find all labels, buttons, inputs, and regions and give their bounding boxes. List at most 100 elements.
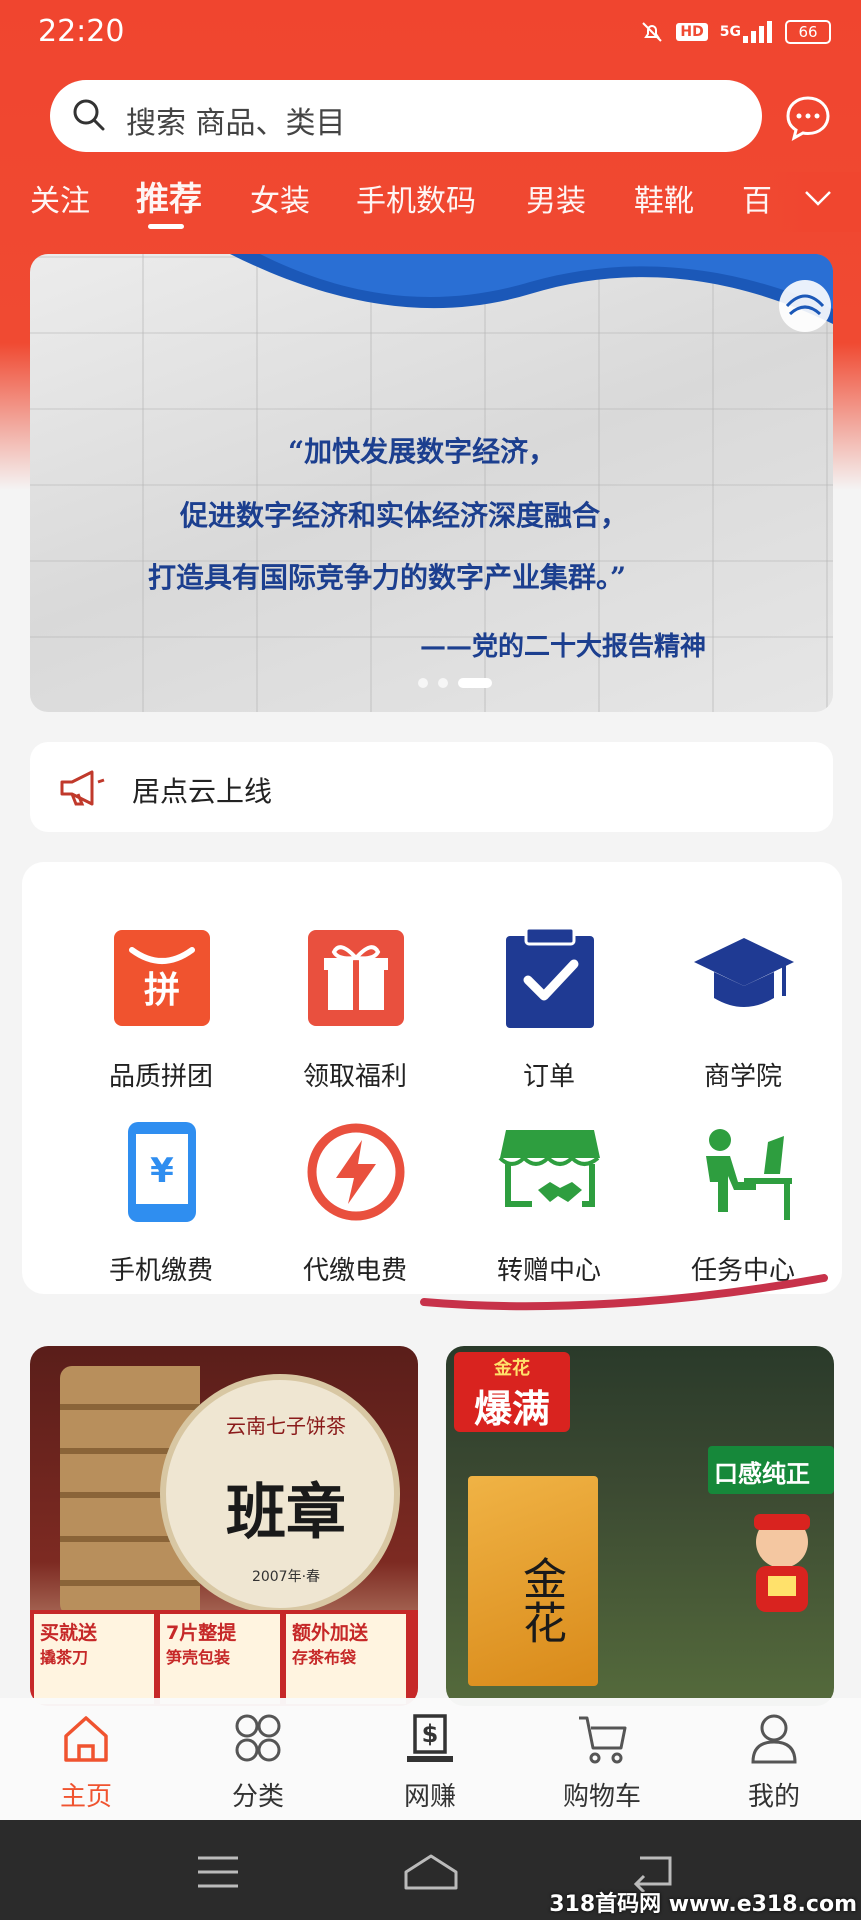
promo-box: 额外加送 存茶布袋 (286, 1614, 406, 1704)
message-icon[interactable] (784, 94, 832, 142)
banner-line-3: 打造具有国际竞争力的数字产业集群。” (148, 561, 627, 594)
carousel-dot[interactable] (438, 678, 448, 688)
product-tag: 口感纯正 (708, 1446, 834, 1494)
service-phone-recharge[interactable]: ¥ 手机缴费 (66, 1120, 256, 1310)
tab-recommend[interactable]: 推荐 (136, 172, 202, 220)
service-academy[interactable]: 商学院 (648, 926, 838, 1116)
service-label: 品质拼团 (108, 1062, 213, 1092)
carousel-dots (418, 678, 492, 688)
announcement-bar[interactable]: 居点云上线 (30, 742, 833, 832)
shop-handshake-icon (498, 1130, 600, 1207)
nav-me[interactable]: 我的 (714, 1712, 834, 1812)
graduation-cap-icon (694, 938, 794, 1007)
tab-more[interactable]: 百 (742, 176, 772, 220)
announcement-text: 居点云上线 (132, 775, 273, 808)
svg-text:¥: ¥ (150, 1151, 174, 1191)
hd-badge: HD (676, 23, 708, 41)
service-welfare[interactable]: 领取福利 (260, 926, 450, 1116)
product-subtitle: 云南七子饼茶 (226, 1414, 346, 1438)
nav-home[interactable]: 主页 (26, 1712, 146, 1812)
nav-label: 主页 (59, 1782, 112, 1812)
mute-icon (640, 20, 664, 44)
nav-label: 网赚 (403, 1782, 456, 1812)
nav-label: 我的 (747, 1782, 800, 1812)
banner-line-2: 促进数字经济和实体经济深度融合， (180, 499, 629, 532)
nav-label: 购物车 (562, 1782, 641, 1812)
lightning-icon (307, 1123, 405, 1221)
signal-icon: 5G (720, 21, 773, 43)
money-icon: $ (407, 1714, 453, 1762)
svg-text:$: $ (422, 1720, 439, 1748)
promo-title: 额外加送 (292, 1622, 369, 1644)
tab-phones-digital[interactable]: 手机数码 (356, 176, 476, 220)
service-grid: 拼 品质拼团 领取福利 订单 商学院 ¥ 手机缴费 代缴电费 转赠中心 任务中心 (22, 862, 842, 1294)
home-icon (64, 1716, 108, 1762)
product-badge: 金花 爆满 (454, 1352, 570, 1432)
promo-sub: 存茶布袋 (292, 1648, 357, 1667)
promo-sub: 笋壳包装 (166, 1648, 231, 1667)
status-time: 22:20 (38, 14, 125, 49)
tab-womens[interactable]: 女装 (250, 176, 310, 220)
promo-title: 买就送 (40, 1622, 98, 1644)
nav-cart[interactable]: 购物车 (542, 1712, 662, 1812)
service-label: 商学院 (703, 1062, 782, 1092)
tab-shoes[interactable]: 鞋靴 (634, 176, 694, 220)
banner-wave (230, 254, 833, 332)
promo-box: 买就送 撬茶刀 (34, 1614, 154, 1704)
battery-icon: 66 (785, 20, 831, 44)
chevron-down-icon[interactable] (800, 180, 836, 216)
svg-text:拼: 拼 (144, 970, 180, 1011)
category-icon (235, 1714, 281, 1762)
product-year: 2007年·春 (251, 1569, 321, 1585)
group-buy-icon: 拼 (114, 930, 210, 1026)
tea-box-text: 金花 (515, 1556, 566, 1644)
category-tabs: 关注 推荐 女装 手机数码 男装 鞋靴 百 (0, 172, 861, 232)
gift-icon (308, 930, 404, 1026)
tab-mens[interactable]: 男装 (526, 176, 586, 220)
badge-big: 爆满 (473, 1387, 550, 1431)
megaphone-icon (60, 770, 105, 806)
menu-icon[interactable] (196, 1852, 240, 1892)
service-orders[interactable]: 订单 (454, 926, 644, 1116)
promo-box: 7片整提 笋壳包装 (160, 1614, 280, 1704)
product-title: 班章 (226, 1478, 346, 1548)
clipboard-check-icon (506, 926, 594, 1028)
home-button-icon[interactable] (404, 1852, 458, 1892)
person-desk-icon (706, 1129, 792, 1220)
carousel-dot[interactable] (418, 678, 428, 688)
service-label: 领取福利 (302, 1062, 407, 1092)
nav-label: 分类 (231, 1782, 284, 1812)
banner-line-4: ——党的二十大报告精神 (420, 632, 707, 662)
tab-follow[interactable]: 关注 (30, 176, 90, 220)
search-bar[interactable]: 搜索 商品、类目 (50, 80, 762, 152)
mascot-icon (754, 1514, 810, 1612)
search-icon (73, 99, 105, 131)
banner-line-1: “加快发展数字经济， (288, 435, 557, 468)
service-label: 手机缴费 (108, 1256, 213, 1286)
tea-box-image: 金花 (468, 1476, 598, 1686)
product-card-golden-flower-tea[interactable]: 金花 爆满 金花 口感纯正 (446, 1346, 834, 1706)
carousel-dot-active[interactable] (458, 678, 492, 688)
promo-title: 7片整提 (166, 1622, 237, 1644)
annotation-underline (420, 1274, 828, 1311)
network-label: 5G (719, 24, 741, 40)
product-card-tea-cake[interactable]: 云南七子饼茶 班章 2007年·春 买就送 撬茶刀 7片整提 笋壳包装 额外加送… (30, 1346, 418, 1706)
user-icon (751, 1714, 797, 1764)
watermark: 318首码网 www.e318.com (549, 1892, 857, 1917)
system-nav-bar: 318首码网 www.e318.com (0, 1820, 861, 1920)
promo-sub: 撬茶刀 (40, 1648, 89, 1667)
cart-icon (579, 1716, 627, 1764)
badge-small: 金花 (494, 1358, 530, 1379)
bottom-navigation: 主页 分类 $ 网赚 购物车 我的 (0, 1698, 861, 1820)
promo-banner[interactable]: “加快发展数字经济， 促进数字经济和实体经济深度融合， 打造具有国际竞争力的数字… (30, 254, 833, 712)
status-icons: HD 5G 66 (640, 20, 831, 44)
active-tab-indicator (148, 224, 184, 229)
search-placeholder: 搜索 商品、类目 (126, 106, 346, 141)
nav-earn[interactable]: $ 网赚 (370, 1712, 490, 1812)
phone-yuan-icon: ¥ (128, 1122, 196, 1222)
status-bar: 22:20 HD 5G 66 (0, 0, 861, 70)
nav-category[interactable]: 分类 (198, 1712, 318, 1812)
tea-cake-image: 云南七子饼茶 班章 2007年·春 (160, 1374, 400, 1614)
service-group-buy[interactable]: 拼 品质拼团 (66, 926, 256, 1116)
service-label: 订单 (522, 1062, 575, 1092)
